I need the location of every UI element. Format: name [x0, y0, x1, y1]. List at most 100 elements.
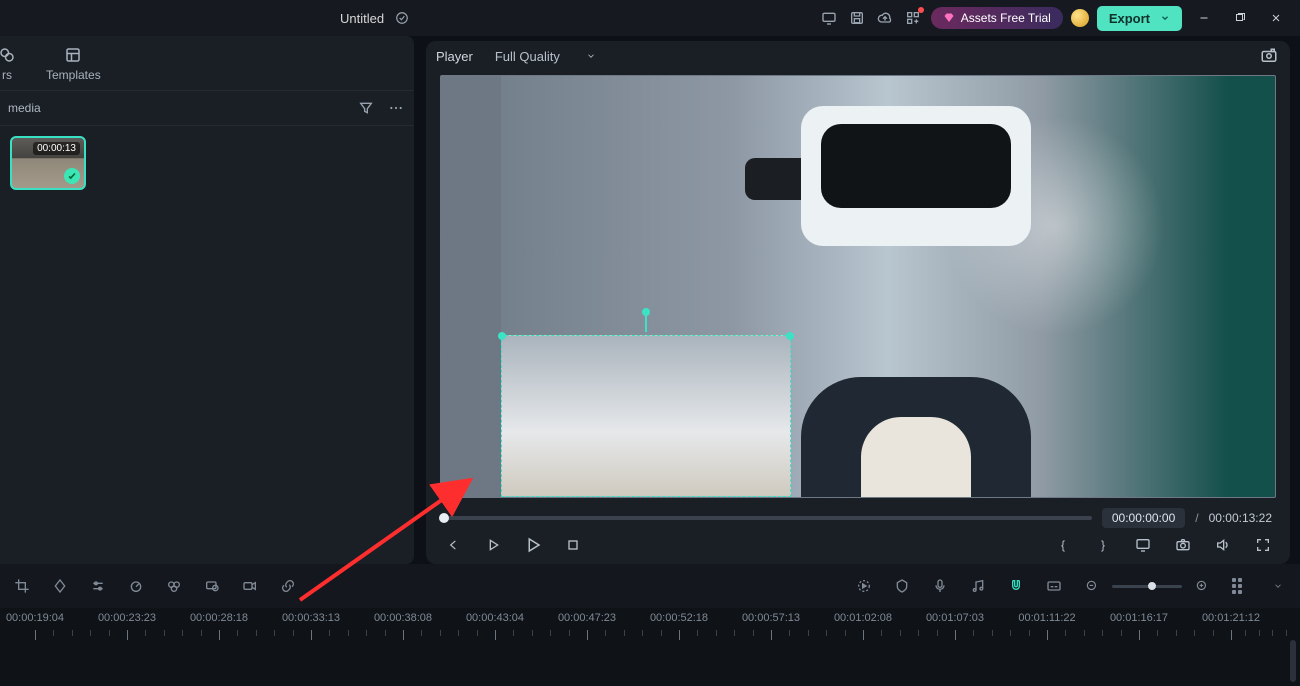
timeline-zoom-slider[interactable]: [1082, 576, 1212, 596]
timeline-tick-minor: [845, 630, 846, 636]
timeline-scrollbar[interactable]: [1290, 640, 1296, 682]
timeline-label: 00:00:33:13: [282, 612, 340, 624]
camera-icon[interactable]: [1174, 536, 1192, 554]
zoom-in-icon[interactable]: [1192, 576, 1212, 596]
media-clip[interactable]: 00:00:13: [10, 136, 86, 190]
timeline-tick-minor: [1272, 630, 1273, 636]
filters-icon: [0, 46, 16, 64]
account-avatar[interactable]: [1071, 9, 1089, 27]
overlay-rotate-handle[interactable]: [645, 312, 647, 332]
play-backward-icon[interactable]: [484, 536, 502, 554]
display-icon[interactable]: [1134, 536, 1152, 554]
apps-icon[interactable]: [903, 8, 923, 28]
title-bar-right: Assets Free Trial Export: [819, 6, 1290, 31]
project-title: Untitled: [340, 11, 384, 26]
zoom-out-icon[interactable]: [1082, 576, 1102, 596]
magnetic-icon[interactable]: [1006, 576, 1026, 596]
timeline-tick-minor: [366, 630, 367, 636]
window-close-button[interactable]: [1262, 8, 1290, 28]
tab-filters-label: rs: [2, 68, 12, 82]
timeline-tick-minor: [1194, 630, 1195, 636]
timeline-label: 00:00:28:18: [190, 612, 248, 624]
timeline-tick-minor: [900, 630, 901, 636]
export-button-label: Export: [1109, 11, 1150, 26]
render-icon[interactable]: [854, 576, 874, 596]
filter-icon[interactable]: [356, 99, 376, 117]
caption-icon[interactable]: [1044, 576, 1064, 596]
timeline-tick-minor: [72, 630, 73, 636]
timeline-label: 00:01:02:08: [834, 612, 892, 624]
preview-overlay-clip[interactable]: [501, 335, 791, 497]
player-controls: { }: [426, 530, 1290, 564]
timeline-layout-icon[interactable]: [1230, 576, 1250, 596]
canvas-frame[interactable]: [440, 75, 1276, 498]
crop-icon[interactable]: [12, 576, 32, 596]
window-minimize-button[interactable]: [1190, 8, 1218, 28]
volume-icon[interactable]: [1214, 536, 1232, 554]
window-maximize-button[interactable]: [1226, 8, 1254, 28]
color-icon[interactable]: [164, 576, 184, 596]
tab-filters[interactable]: rs: [0, 44, 22, 84]
mask-icon[interactable]: [202, 576, 222, 596]
media-breadcrumb-bar: media: [0, 91, 414, 126]
export-button[interactable]: Export: [1097, 6, 1182, 31]
keyframe-icon[interactable]: [50, 576, 70, 596]
mark-in-icon[interactable]: {: [1054, 536, 1072, 554]
timeline-tick-minor: [826, 630, 827, 636]
timeline-tick-major: [587, 630, 588, 640]
timeline-ruler-labels: 00:00:19:0400:00:23:2300:00:28:1800:00:3…: [0, 612, 1300, 628]
more-menu-icon[interactable]: [386, 99, 406, 117]
timeline-tick-minor: [1121, 630, 1122, 636]
link-icon[interactable]: [278, 576, 298, 596]
player-canvas[interactable]: [440, 75, 1276, 498]
templates-icon: [64, 46, 82, 64]
seek-knob[interactable]: [439, 513, 449, 523]
assets-trial-button[interactable]: Assets Free Trial: [931, 7, 1063, 29]
cloud-upload-icon[interactable]: [875, 8, 895, 28]
timeline-tick-major: [1139, 630, 1140, 640]
tab-templates[interactable]: Templates: [40, 44, 107, 84]
prev-frame-icon[interactable]: [444, 536, 462, 554]
device-preview-icon[interactable]: [819, 8, 839, 28]
chevron-down-icon: [1160, 13, 1170, 23]
voiceover-icon[interactable]: [930, 576, 950, 596]
marker-icon[interactable]: [892, 576, 912, 596]
timeline-dropdown-icon[interactable]: [1268, 576, 1288, 596]
audio-mixer-icon[interactable]: [968, 576, 988, 596]
timeline-label: 00:01:11:22: [1018, 612, 1075, 624]
zoom-track[interactable]: [1112, 585, 1182, 588]
speed-icon[interactable]: [126, 576, 146, 596]
timeline-label: 00:00:38:08: [374, 612, 432, 624]
snapshot-icon[interactable]: [1258, 47, 1280, 65]
media-bar-actions: [356, 99, 406, 117]
fullscreen-icon[interactable]: [1254, 536, 1272, 554]
cloud-sync-icon[interactable]: [392, 8, 412, 28]
media-breadcrumb: media: [8, 101, 41, 115]
player-seek-bar[interactable]: [444, 516, 1092, 520]
save-icon[interactable]: [847, 8, 867, 28]
tab-templates-label: Templates: [46, 68, 101, 82]
timeline-tick-minor: [145, 630, 146, 636]
timeline-tick-minor: [182, 630, 183, 636]
timeline-tick-minor: [348, 630, 349, 636]
timeline-tick-minor: [734, 630, 735, 636]
record-icon[interactable]: [240, 576, 260, 596]
timeline-tick-minor: [440, 630, 441, 636]
timeline-tick-minor: [881, 630, 882, 636]
play-icon[interactable]: [524, 536, 542, 554]
timeline-tick-major: [679, 630, 680, 640]
mark-out-icon[interactable]: }: [1094, 536, 1112, 554]
adjust-icon[interactable]: [88, 576, 108, 596]
diamond-icon: [943, 12, 955, 24]
timeline-tick-minor: [164, 630, 165, 636]
timeline-tick-minor: [256, 630, 257, 636]
timeline-label: 00:00:57:13: [742, 612, 800, 624]
timeline-tick-minor: [532, 630, 533, 636]
stop-icon[interactable]: [564, 536, 582, 554]
timeline-tick-minor: [293, 630, 294, 636]
player-quality-dropdown[interactable]: Full Quality: [487, 46, 604, 67]
timeline[interactable]: 00:00:19:0400:00:23:2300:00:28:1800:00:3…: [0, 608, 1300, 686]
timeline-tick-major: [311, 630, 312, 640]
timeline-tick-minor: [477, 630, 478, 636]
timeline-tick-minor: [329, 630, 330, 636]
